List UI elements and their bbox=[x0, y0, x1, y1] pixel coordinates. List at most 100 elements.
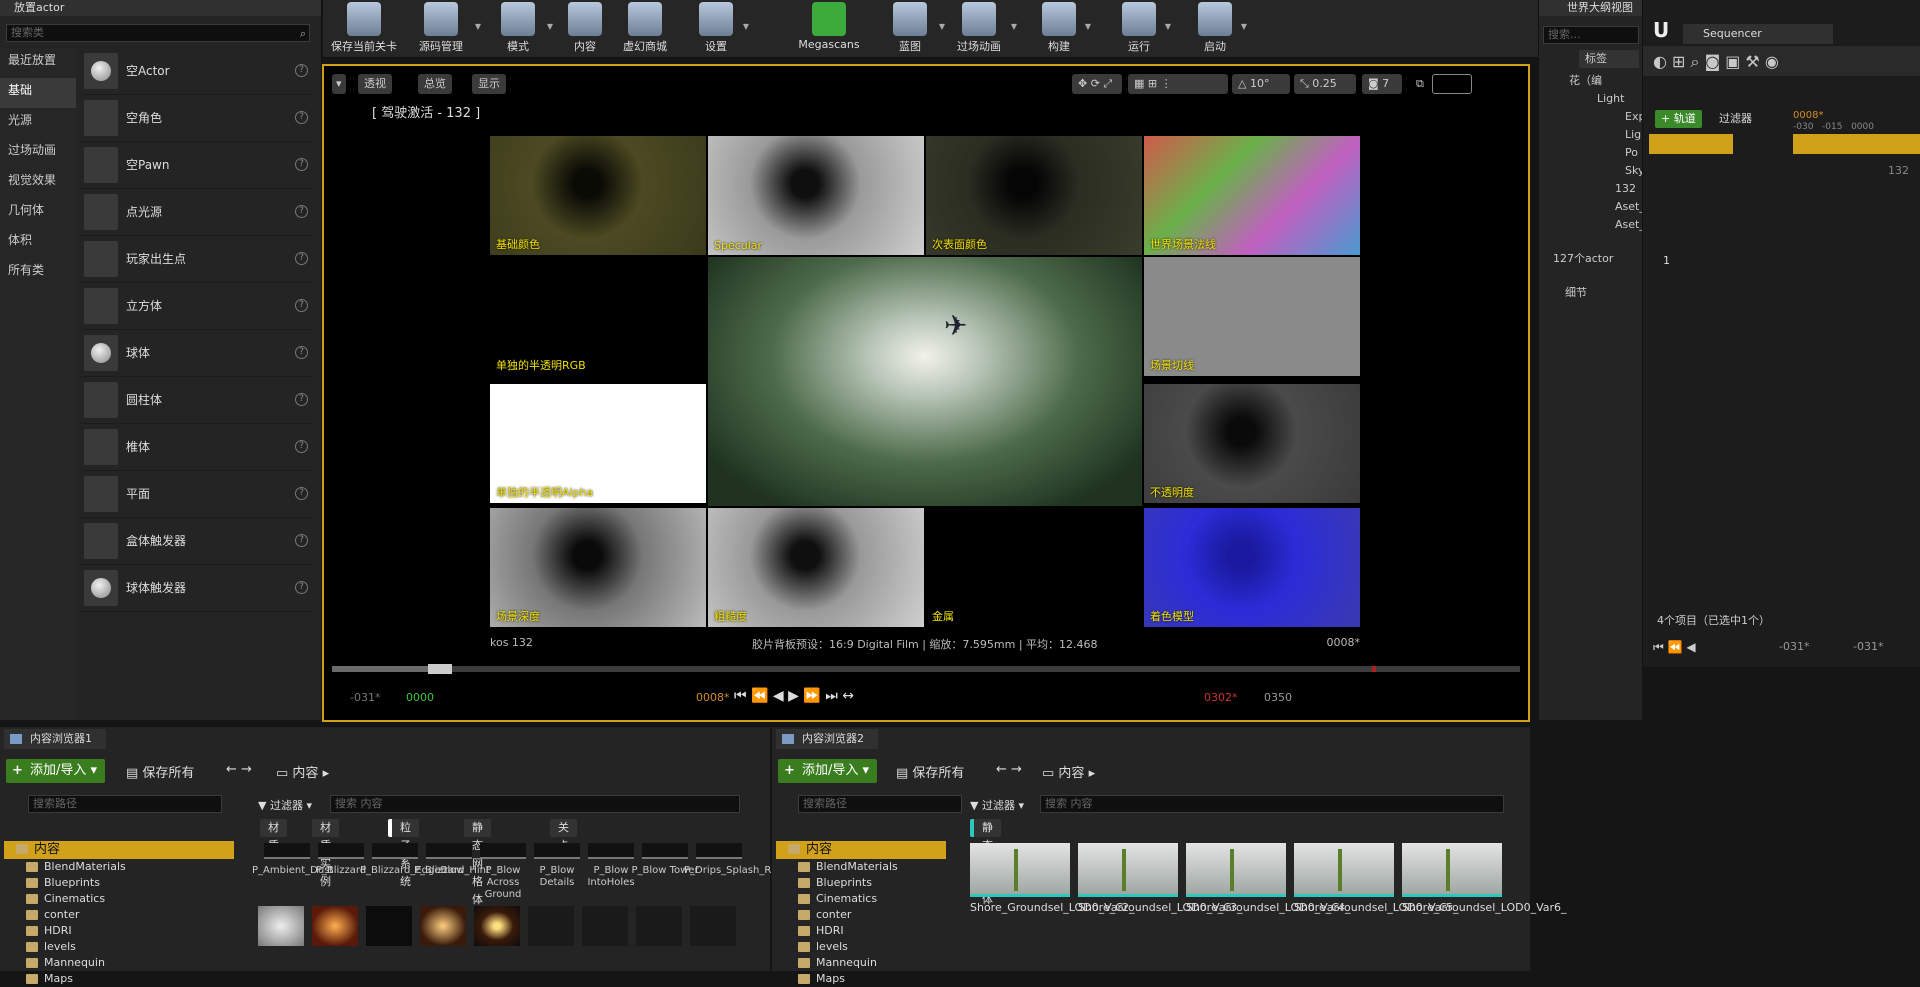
content-search-input[interactable]: 搜索 内容 bbox=[330, 795, 740, 813]
asset-tile[interactable]: Shore_Groundsel_LOD0_Var5_ bbox=[1294, 843, 1459, 914]
time-in[interactable]: 0000 bbox=[406, 691, 434, 704]
modes-button[interactable]: 模式 ▼ bbox=[493, 0, 553, 58]
placeable-cube[interactable]: 立方体? bbox=[78, 283, 314, 330]
help-icon[interactable]: ? bbox=[295, 111, 308, 124]
maximize-icon[interactable]: ⧉ bbox=[1410, 74, 1430, 94]
path-search-input[interactable]: 搜索路径 bbox=[798, 795, 962, 813]
help-icon[interactable]: ? bbox=[295, 299, 308, 312]
category-basic[interactable]: 基础 bbox=[0, 78, 76, 108]
filter-dropdown[interactable]: ▼ 过滤器 ▾ bbox=[258, 797, 312, 813]
help-icon[interactable]: ? bbox=[295, 346, 308, 359]
layout-icon[interactable] bbox=[1432, 74, 1472, 94]
tree-item[interactable]: Mannequin bbox=[776, 955, 946, 971]
placeable-plane[interactable]: 平面? bbox=[78, 471, 314, 518]
chevron-down-icon[interactable]: ▼ bbox=[1241, 22, 1247, 31]
sequencer-time-left[interactable]: -031* bbox=[1779, 640, 1809, 653]
chip-static-mesh[interactable]: 静态网格体 bbox=[970, 819, 1001, 906]
category-visual-effects[interactable]: 视觉效果 bbox=[0, 168, 76, 198]
category-recent[interactable]: 最近放置 bbox=[0, 48, 76, 78]
outliner-row[interactable]: Aset_ bbox=[1615, 198, 1645, 216]
tree-item[interactable]: Cinematics bbox=[776, 891, 946, 907]
asset-thumbnail[interactable] bbox=[582, 906, 628, 946]
asset-tile[interactable]: Shore_Groundsel_LOD0_Var6_ bbox=[1402, 843, 1567, 914]
category-cinematic[interactable]: 过场动画 bbox=[0, 138, 76, 168]
outliner-row[interactable]: 花（编 bbox=[1569, 72, 1602, 90]
chevron-down-icon[interactable]: ▼ bbox=[475, 22, 481, 31]
placeable-box-trigger[interactable]: 盒体触发器? bbox=[78, 518, 314, 565]
tree-item[interactable]: Cinematics bbox=[4, 891, 234, 907]
add-track-button[interactable]: + 轨道 bbox=[1655, 110, 1702, 128]
tree-item[interactable]: HDRI bbox=[4, 923, 234, 939]
tree-item[interactable]: conter bbox=[776, 907, 946, 923]
save-all-button[interactable]: ▤ 保存所有 bbox=[126, 762, 194, 781]
time-end[interactable]: 0350 bbox=[1264, 691, 1292, 704]
chip-particle-system[interactable]: 粒子系统 bbox=[388, 819, 419, 888]
outliner-row[interactable]: Lig bbox=[1625, 126, 1641, 144]
help-icon[interactable]: ? bbox=[295, 534, 308, 547]
show-button[interactable]: 显示 bbox=[472, 74, 506, 94]
chevron-down-icon[interactable]: ▼ bbox=[743, 22, 749, 31]
help-icon[interactable]: ? bbox=[295, 64, 308, 77]
placeable-cone[interactable]: 椎体? bbox=[78, 424, 314, 471]
nav-arrows[interactable]: ← → bbox=[996, 762, 1022, 777]
sequencer-filter[interactable]: 过滤器 bbox=[1719, 110, 1752, 126]
sequencer-row-3[interactable]: 1 bbox=[1663, 254, 1670, 267]
sequencer-tool-icons[interactable]: ◐ ⊞ ⌕ ◙ ▣ ⚒ ◉ bbox=[1653, 52, 1779, 72]
launch-button[interactable]: 启动 ▼ bbox=[1193, 0, 1247, 58]
time-current[interactable]: 0008* bbox=[696, 691, 730, 704]
tree-item[interactable]: HDRI bbox=[776, 923, 946, 939]
help-icon[interactable]: ? bbox=[295, 158, 308, 171]
marketplace-button[interactable]: 虚幻商城 bbox=[617, 0, 673, 58]
breadcrumb[interactable]: ▭ 内容 ▸ bbox=[276, 762, 329, 781]
help-icon[interactable]: ? bbox=[295, 440, 308, 453]
asset-thumbnail[interactable] bbox=[636, 906, 682, 946]
asset-thumbnail[interactable] bbox=[312, 906, 358, 946]
angle-snap[interactable]: △ 10° bbox=[1232, 74, 1290, 94]
outliner-row[interactable]: 132 bbox=[1615, 180, 1636, 198]
chevron-down-icon[interactable]: ▼ bbox=[547, 22, 553, 31]
sequencer-transport[interactable]: ⏮ ⏪ ◀ bbox=[1653, 640, 1696, 655]
tree-item[interactable]: Blueprints bbox=[4, 875, 234, 891]
help-icon[interactable]: ? bbox=[295, 252, 308, 265]
outliner-row[interactable]: Po bbox=[1625, 144, 1638, 162]
grid-snap-tools[interactable]: ▦ ⊞ ⋮ bbox=[1128, 74, 1228, 94]
level-viewport[interactable]: ▾ 透视 总览 显示 ✥ ⟳ ⤢ ▦ ⊞ ⋮ △ 10° ⤡ 0.25 ◙ 7 … bbox=[322, 64, 1530, 722]
path-search-input[interactable]: 搜索路径 bbox=[28, 795, 222, 813]
placeable-cylinder[interactable]: 圆柱体? bbox=[78, 377, 314, 424]
content-search-input[interactable]: 搜索 内容 bbox=[1040, 795, 1504, 813]
asset-thumbnail[interactable] bbox=[474, 906, 520, 946]
camera-speed[interactable]: ◙ 7 bbox=[1362, 74, 1402, 94]
save-all-button[interactable]: ▤ 保存所有 bbox=[896, 762, 964, 781]
tree-item[interactable]: levels bbox=[4, 939, 234, 955]
save-level-button[interactable]: 保存当前关卡 bbox=[327, 0, 401, 58]
source-control-button[interactable]: 源码管理 ▼ bbox=[411, 0, 481, 58]
add-import-button[interactable]: + 添加/导入 ▾ bbox=[6, 759, 106, 783]
perspective-button[interactable]: 透视 bbox=[358, 74, 392, 94]
transform-tools[interactable]: ✥ ⟳ ⤢ bbox=[1072, 74, 1122, 94]
time-out[interactable]: 0302* bbox=[1204, 691, 1238, 704]
tree-item[interactable]: Maps bbox=[4, 971, 234, 987]
content-browser-1-tab[interactable]: 内容浏览器1 bbox=[4, 729, 106, 749]
filter-dropdown[interactable]: ▼ 过滤器 ▾ bbox=[970, 797, 1024, 813]
time-start[interactable]: -031* bbox=[350, 691, 380, 704]
sequencer-time-right[interactable]: -031* bbox=[1853, 640, 1883, 653]
help-icon[interactable]: ? bbox=[295, 205, 308, 218]
asset-tile[interactable]: Shore_Groundsel_LOD0_Var3_ bbox=[1078, 843, 1243, 914]
category-volumes[interactable]: 体积 bbox=[0, 228, 76, 258]
asset-tile[interactable]: Shore_Groundsel_LOD0_Var4_ bbox=[1186, 843, 1351, 914]
placeable-empty-character[interactable]: 空角色? bbox=[78, 95, 314, 142]
asset-tile[interactable]: P_Drips_Splash_Ripples bbox=[684, 843, 801, 877]
sequencer-tab[interactable]: Sequencer bbox=[1683, 24, 1833, 44]
placeable-player-start[interactable]: 玩家出生点? bbox=[78, 236, 314, 283]
megascans-button[interactable]: Megascans bbox=[795, 0, 863, 58]
content-button[interactable]: 内容 bbox=[561, 0, 609, 58]
asset-thumbnail[interactable] bbox=[258, 906, 304, 946]
tree-item[interactable]: levels bbox=[776, 939, 946, 955]
chevron-down-icon[interactable]: ▼ bbox=[1165, 22, 1171, 31]
timeline-playhead[interactable] bbox=[428, 664, 452, 674]
play-button[interactable]: 运行 ▼ bbox=[1117, 0, 1171, 58]
scale-snap[interactable]: ⤡ 0.25 bbox=[1294, 74, 1356, 94]
sequencer-selected-section[interactable] bbox=[1793, 134, 1920, 154]
blueprints-button[interactable]: 蓝图 ▼ bbox=[885, 0, 945, 58]
tree-item[interactable]: conter bbox=[4, 907, 234, 923]
